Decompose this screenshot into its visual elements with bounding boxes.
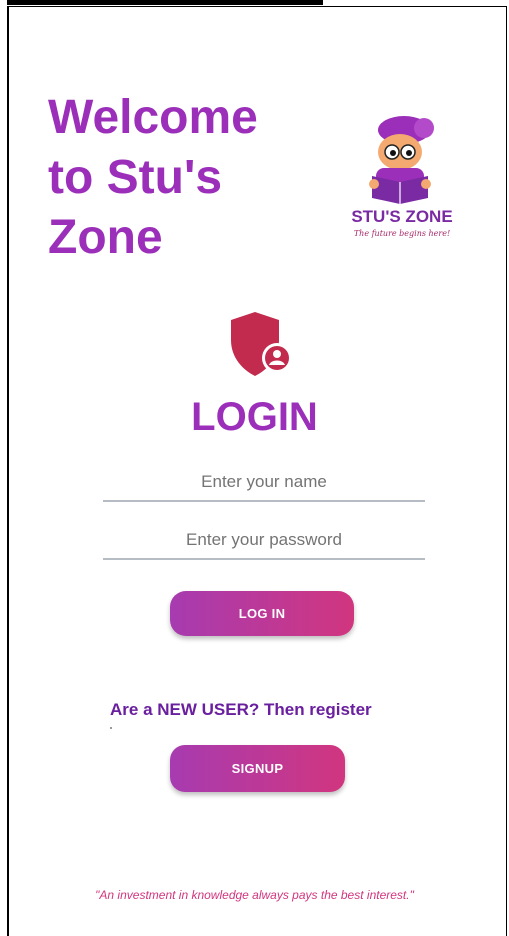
login-button[interactable]: LOG IN <box>170 591 354 636</box>
register-prompt: Are a NEW USER? Then register <box>110 700 372 719</box>
footer-quote: "An investment in knowledge always pays … <box>95 888 414 902</box>
student-reading-book-icon <box>369 116 434 204</box>
signup-button[interactable]: SIGNUP <box>170 745 345 792</box>
welcome-line-2: to Stu's <box>48 151 223 204</box>
login-title: LOGIN <box>191 395 318 439</box>
password-input[interactable] <box>103 522 425 560</box>
shield-user-icon <box>231 312 292 376</box>
welcome-line-1: Welcome <box>48 91 258 144</box>
stray-dot <box>110 727 112 729</box>
top-edge-bar <box>7 0 323 5</box>
welcome-line-3: Zone <box>48 211 163 264</box>
welcome-heading: Welcome to Stu's Zone <box>48 88 318 268</box>
name-input[interactable] <box>103 464 425 502</box>
logo-tagline-text: The future begins here! <box>354 229 450 238</box>
stus-zone-logo: STU'S ZONE The future begins here! <box>351 116 453 238</box>
logo-brand-text: STU'S ZONE <box>351 207 452 226</box>
